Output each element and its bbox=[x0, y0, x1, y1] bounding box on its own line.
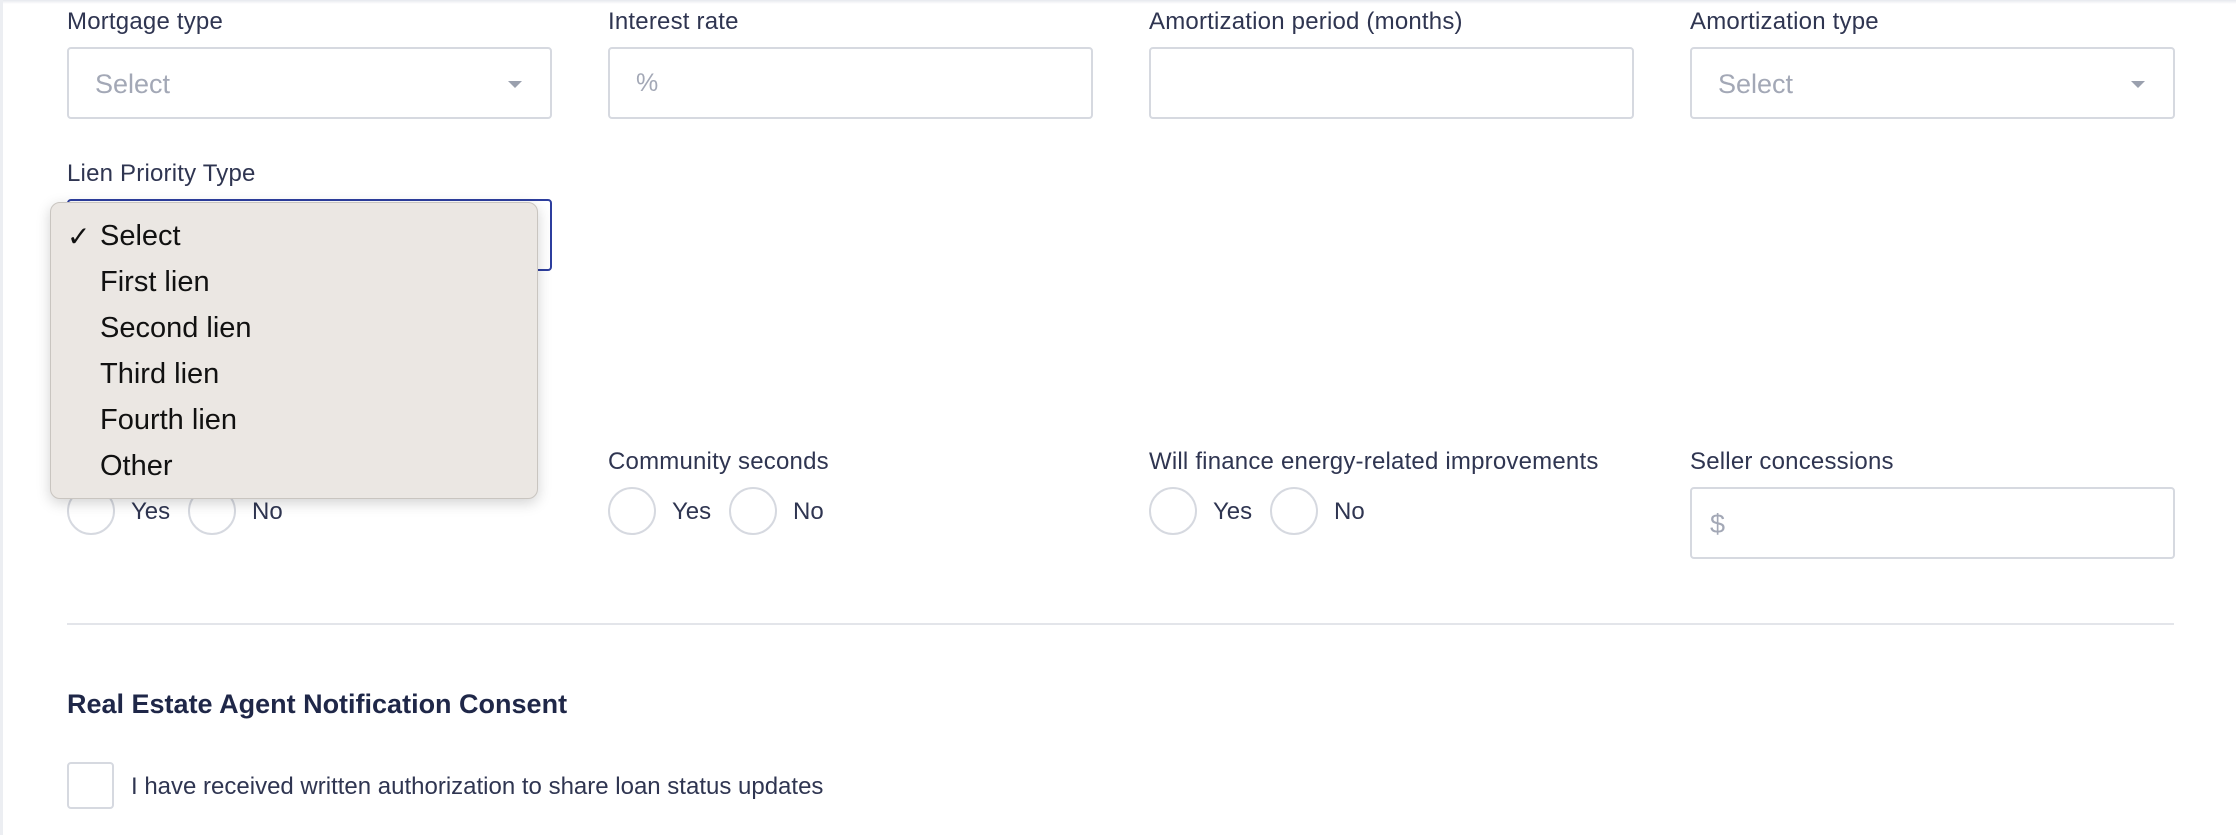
lien-priority-dropdown-menu: ✓ Select First lien Second lien Third li… bbox=[50, 202, 538, 499]
energy-improvements-no-label: No bbox=[1334, 498, 1365, 525]
chevron-down-icon bbox=[508, 81, 522, 88]
consent-section-title: Real Estate Agent Notification Consent bbox=[67, 689, 568, 719]
amortization-type-label: Amortization type bbox=[1690, 8, 1879, 35]
community-seconds-yes-radio[interactable] bbox=[608, 487, 656, 535]
community-seconds-no-label: No bbox=[793, 498, 824, 525]
lien-option-select[interactable]: Select bbox=[100, 220, 181, 253]
consent-checkbox-label: I have received written authorization to… bbox=[131, 773, 824, 800]
energy-improvements-label: Will finance energy-related improvements bbox=[1149, 448, 1599, 475]
first-group-yes-label: Yes bbox=[131, 498, 171, 525]
seller-concessions-placeholder: $ bbox=[1710, 509, 1726, 539]
lien-option-first-lien[interactable]: First lien bbox=[100, 266, 210, 299]
energy-improvements-no-radio[interactable] bbox=[1270, 487, 1318, 535]
mortgage-type-placeholder: Select bbox=[95, 69, 171, 99]
seller-concessions-input[interactable]: $ bbox=[1690, 487, 2175, 559]
energy-improvements-yes-radio[interactable] bbox=[1149, 487, 1197, 535]
chevron-down-icon bbox=[2131, 81, 2145, 88]
amortization-period-input[interactable] bbox=[1149, 47, 1634, 119]
community-seconds-no-radio[interactable] bbox=[729, 487, 777, 535]
interest-rate-placeholder: % bbox=[636, 69, 659, 97]
lien-option-third-lien[interactable]: Third lien bbox=[100, 358, 219, 391]
checkmark-icon: ✓ bbox=[67, 221, 91, 252]
amortization-type-select[interactable]: Select bbox=[1690, 47, 2175, 119]
community-seconds-radio-group: Yes No bbox=[608, 487, 868, 535]
community-seconds-yes-label: Yes bbox=[672, 498, 712, 525]
community-seconds-label: Community seconds bbox=[608, 448, 829, 475]
mortgage-type-select[interactable]: Select bbox=[67, 47, 552, 119]
seller-concessions-label: Seller concessions bbox=[1690, 448, 1894, 475]
energy-improvements-yes-label: Yes bbox=[1213, 498, 1253, 525]
amortization-period-label: Amortization period (months) bbox=[1149, 8, 1463, 35]
top-edge bbox=[0, 0, 2236, 4]
lien-priority-label: Lien Priority Type bbox=[67, 160, 256, 187]
energy-improvements-radio-group: Yes No bbox=[1149, 487, 1409, 535]
lien-option-other[interactable]: Other bbox=[100, 450, 173, 483]
amortization-type-placeholder: Select bbox=[1718, 69, 1794, 99]
left-border bbox=[0, 0, 3, 835]
interest-rate-label: Interest rate bbox=[608, 8, 739, 35]
section-divider bbox=[67, 623, 2174, 625]
lien-option-second-lien[interactable]: Second lien bbox=[100, 312, 252, 345]
interest-rate-input[interactable]: % bbox=[608, 47, 1093, 119]
consent-checkbox[interactable] bbox=[67, 762, 114, 809]
mortgage-type-label: Mortgage type bbox=[67, 8, 224, 35]
lien-option-fourth-lien[interactable]: Fourth lien bbox=[100, 404, 237, 437]
first-group-no-label: No bbox=[252, 498, 283, 525]
